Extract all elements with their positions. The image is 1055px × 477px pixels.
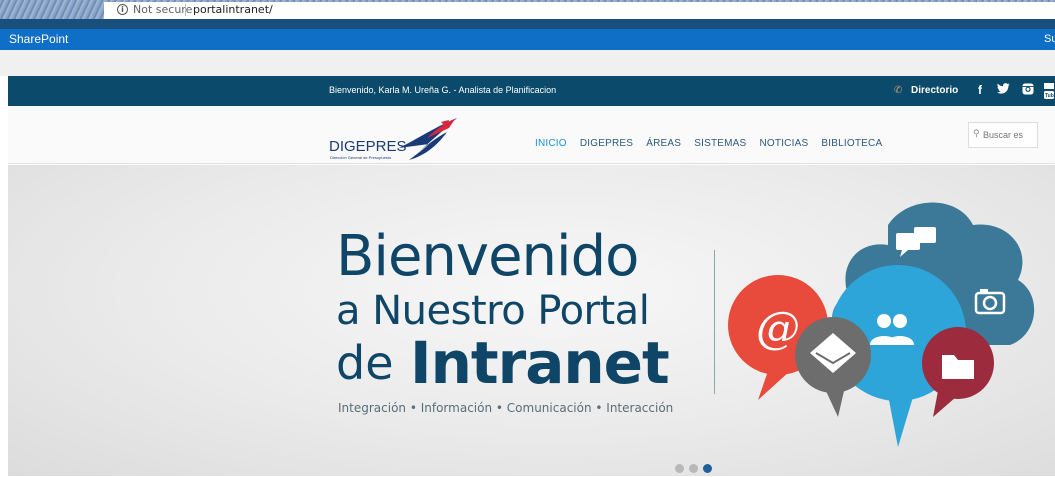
nav-item-biblioteca[interactable]: BIBLIOTECA (821, 138, 882, 149)
hero-title-line3-prefix: de (336, 336, 394, 390)
hero-divider (714, 250, 715, 394)
svg-text:Tube: Tube (1045, 93, 1054, 99)
hero-banner[interactable]: Bienvenido a Nuestro Portal de Intranet … (8, 165, 1055, 476)
logo-subtitle: Dirección General de Presupuesto (330, 155, 392, 160)
youtube-icon[interactable]: Tube (1044, 83, 1055, 102)
at-sign-icon: @ (756, 303, 800, 354)
phone-icon: ✆ (894, 85, 903, 96)
welcome-message: Bienvenido, Karla M. Ureña G. - Analista… (329, 85, 557, 95)
suite-right-link[interactable]: Su (1044, 33, 1055, 45)
url-text[interactable]: portalintranet/ (193, 3, 273, 16)
nav-item-digepres[interactable]: DIGEPRES (580, 138, 633, 149)
logo-text: DIGEPRES (329, 138, 407, 155)
sharepoint-brand-link[interactable]: SharePoint (9, 32, 68, 46)
hero-tagline: Integración • Información • Comunicación… (338, 401, 674, 415)
browser-address-bar: i Not secure portalintranet/ (0, 0, 1055, 19)
info-icon[interactable]: i (117, 4, 128, 15)
hero-title-line1: Bienvenido (336, 224, 639, 289)
security-indicator[interactable]: Not secure (133, 3, 192, 16)
main-nav: INICIO DIGEPRES ÁREAS SISTEMAS NOTICIAS … (535, 131, 890, 150)
site-header: DIGEPRES Dirección General de Presupuest… (8, 106, 1055, 164)
carousel-dot-1[interactable] (675, 464, 684, 473)
nav-item-noticias[interactable]: NOTICIAS (760, 138, 809, 149)
hero-title-line2: a Nuestro Portal (336, 288, 650, 334)
nav-item-areas[interactable]: ÁREAS (646, 138, 681, 149)
digepres-logo[interactable]: DIGEPRES Dirección General de Presupuest… (329, 116, 457, 162)
carousel-dot-2[interactable] (689, 464, 698, 473)
browser-chrome-stripe (0, 19, 1055, 29)
facebook-icon[interactable]: f (978, 83, 982, 97)
nav-item-sistemas[interactable]: SISTEMAS (694, 138, 746, 149)
directory-link[interactable]: Directorio (911, 85, 958, 96)
welcome-bar: Bienvenido, Karla M. Ureña G. - Analista… (8, 76, 1055, 106)
carousel-dot-3-active[interactable] (703, 464, 712, 473)
search-box[interactable]: ⚲ (968, 122, 1038, 148)
sharepoint-suite-bar: SharePoint Su (0, 29, 1055, 50)
search-icon[interactable]: ⚲ (973, 129, 980, 139)
nav-item-inicio[interactable]: INICIO (535, 138, 567, 149)
divider (185, 4, 186, 16)
communication-cloud-illustration: @ (728, 202, 1035, 447)
carousel-indicators (675, 458, 717, 477)
hero-title-line3-emphasis: Intranet (410, 329, 670, 397)
search-input[interactable] (983, 128, 1035, 142)
ribbon-strip (0, 50, 1055, 76)
twitter-icon[interactable] (997, 83, 1010, 97)
instagram-icon[interactable] (1022, 83, 1034, 98)
